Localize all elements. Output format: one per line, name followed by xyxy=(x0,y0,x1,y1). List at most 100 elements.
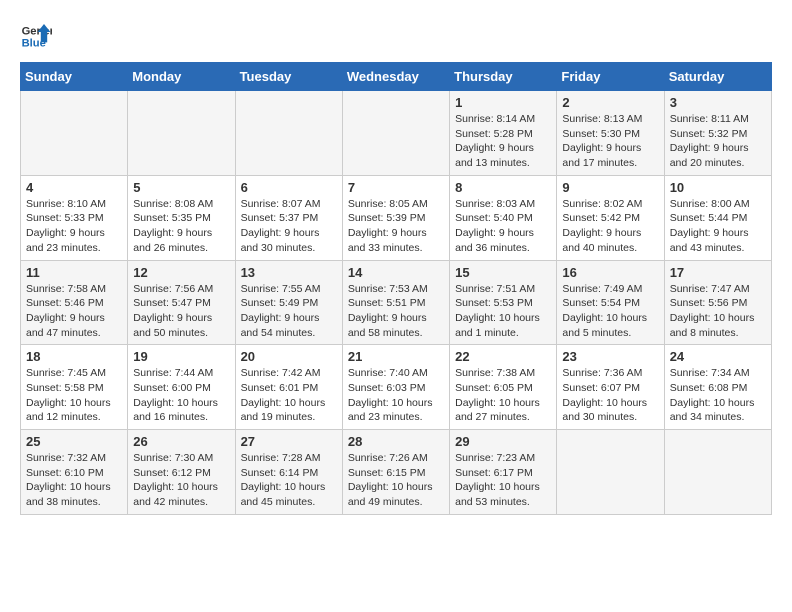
calendar-cell: 14 Sunrise: 7:53 AM Sunset: 5:51 PM Dayli… xyxy=(342,260,449,345)
logo-icon: General Blue xyxy=(20,20,52,52)
day-info: Sunrise: 7:34 AM Sunset: 6:08 PM Dayligh… xyxy=(670,366,766,425)
calendar-cell: 13Sunrise: 7:55 AM Sunset: 5:49 PM Dayli… xyxy=(235,260,342,345)
day-info: Sunrise: 7:42 AM Sunset: 6:01 PM Dayligh… xyxy=(241,366,337,425)
calendar-cell: 11 Sunrise: 7:58 AM Sunset: 5:46 PM Dayli… xyxy=(21,260,128,345)
header: General Blue xyxy=(20,20,772,52)
day-info: Sunrise: 7:47 AM Sunset: 5:56 PM Dayligh… xyxy=(670,282,766,341)
day-number: 20 xyxy=(241,349,337,364)
calendar-week-row: 1 Sunrise: 8:14 AM Sunset: 5:28 PM Daylig… xyxy=(21,91,772,176)
day-number: 8 xyxy=(455,180,551,195)
day-number: 29 xyxy=(455,434,551,449)
day-number: 18 xyxy=(26,349,122,364)
day-number: 6 xyxy=(241,180,337,195)
calendar-cell: 24 Sunrise: 7:34 AM Sunset: 6:08 PM Dayli… xyxy=(664,345,771,430)
day-info: Sunrise: 7:26 AM Sunset: 6:15 PM Dayligh… xyxy=(348,451,444,510)
day-info: Sunrise: 7:32 AM Sunset: 6:10 PM Dayligh… xyxy=(26,451,122,510)
day-number: 21 xyxy=(348,349,444,364)
calendar-cell: 26 Sunrise: 7:30 AM Sunset: 6:12 PM Dayli… xyxy=(128,430,235,515)
day-info: Sunrise: 7:56 AM Sunset: 5:47 PM Dayligh… xyxy=(133,282,229,341)
day-number: 9 xyxy=(562,180,658,195)
calendar-cell: 19 Sunrise: 7:44 AM Sunset: 6:00 PM Dayli… xyxy=(128,345,235,430)
calendar-cell xyxy=(21,91,128,176)
calendar-week-row: 18 Sunrise: 7:45 AM Sunset: 5:58 PM Dayli… xyxy=(21,345,772,430)
calendar-cell: 20 Sunrise: 7:42 AM Sunset: 6:01 PM Dayli… xyxy=(235,345,342,430)
weekday-header: Wednesday xyxy=(342,63,449,91)
weekday-header: Saturday xyxy=(664,63,771,91)
day-info: Sunrise: 7:30 AM Sunset: 6:12 PM Dayligh… xyxy=(133,451,229,510)
day-number: 14 xyxy=(348,265,444,280)
day-number: 10 xyxy=(670,180,766,195)
calendar-cell: 23 Sunrise: 7:36 AM Sunset: 6:07 PM Dayli… xyxy=(557,345,664,430)
day-number: 26 xyxy=(133,434,229,449)
day-number: 27 xyxy=(241,434,337,449)
day-info: Sunrise: 7:23 AM Sunset: 6:17 PM Dayligh… xyxy=(455,451,551,510)
calendar-header: SundayMondayTuesdayWednesdayThursdayFrid… xyxy=(21,63,772,91)
day-number: 13 xyxy=(241,265,337,280)
calendar-cell: 18 Sunrise: 7:45 AM Sunset: 5:58 PM Dayli… xyxy=(21,345,128,430)
day-number: 11 xyxy=(26,265,122,280)
day-number: 5 xyxy=(133,180,229,195)
day-info: Sunrise: 7:49 AM Sunset: 5:54 PM Dayligh… xyxy=(562,282,658,341)
day-number: 15 xyxy=(455,265,551,280)
day-number: 23 xyxy=(562,349,658,364)
calendar-cell: 8 Sunrise: 8:03 AM Sunset: 5:40 PM Daylig… xyxy=(450,175,557,260)
calendar-cell xyxy=(128,91,235,176)
calendar-cell: 2 Sunrise: 8:13 AM Sunset: 5:30 PM Daylig… xyxy=(557,91,664,176)
day-number: 24 xyxy=(670,349,766,364)
calendar-cell xyxy=(342,91,449,176)
day-number: 25 xyxy=(26,434,122,449)
calendar-cell: 22Sunrise: 7:38 AM Sunset: 6:05 PM Dayli… xyxy=(450,345,557,430)
day-number: 1 xyxy=(455,95,551,110)
day-info: Sunrise: 8:13 AM Sunset: 5:30 PM Dayligh… xyxy=(562,112,658,171)
day-info: Sunrise: 7:53 AM Sunset: 5:51 PM Dayligh… xyxy=(348,282,444,341)
day-info: Sunrise: 7:38 AM Sunset: 6:05 PM Dayligh… xyxy=(455,366,551,425)
calendar-cell: 28 Sunrise: 7:26 AM Sunset: 6:15 PM Dayli… xyxy=(342,430,449,515)
day-info: Sunrise: 7:45 AM Sunset: 5:58 PM Dayligh… xyxy=(26,366,122,425)
day-info: Sunrise: 8:11 AM Sunset: 5:32 PM Dayligh… xyxy=(670,112,766,171)
calendar-table: SundayMondayTuesdayWednesdayThursdayFrid… xyxy=(20,62,772,515)
calendar-cell xyxy=(557,430,664,515)
calendar-cell: 5Sunrise: 8:08 AM Sunset: 5:35 PM Daylig… xyxy=(128,175,235,260)
day-info: Sunrise: 8:05 AM Sunset: 5:39 PM Dayligh… xyxy=(348,197,444,256)
calendar-cell: 16 Sunrise: 7:49 AM Sunset: 5:54 PM Dayli… xyxy=(557,260,664,345)
day-info: Sunrise: 8:00 AM Sunset: 5:44 PM Dayligh… xyxy=(670,197,766,256)
calendar-cell: 29 Sunrise: 7:23 AM Sunset: 6:17 PM Dayli… xyxy=(450,430,557,515)
day-number: 7 xyxy=(348,180,444,195)
day-info: Sunrise: 8:14 AM Sunset: 5:28 PM Dayligh… xyxy=(455,112,551,171)
calendar-week-row: 25 Sunrise: 7:32 AM Sunset: 6:10 PM Dayli… xyxy=(21,430,772,515)
weekday-header: Friday xyxy=(557,63,664,91)
calendar-cell: 27 Sunrise: 7:28 AM Sunset: 6:14 PM Dayli… xyxy=(235,430,342,515)
calendar-cell xyxy=(235,91,342,176)
day-number: 19 xyxy=(133,349,229,364)
day-info: Sunrise: 7:28 AM Sunset: 6:14 PM Dayligh… xyxy=(241,451,337,510)
calendar-cell: 10 Sunrise: 8:00 AM Sunset: 5:44 PM Dayli… xyxy=(664,175,771,260)
calendar-cell: 12 Sunrise: 7:56 AM Sunset: 5:47 PM Dayli… xyxy=(128,260,235,345)
day-info: Sunrise: 7:58 AM Sunset: 5:46 PM Dayligh… xyxy=(26,282,122,341)
day-number: 2 xyxy=(562,95,658,110)
calendar-cell: 17 Sunrise: 7:47 AM Sunset: 5:56 PM Dayli… xyxy=(664,260,771,345)
day-info: Sunrise: 7:51 AM Sunset: 5:53 PM Dayligh… xyxy=(455,282,551,341)
day-number: 17 xyxy=(670,265,766,280)
day-number: 4 xyxy=(26,180,122,195)
weekday-header: Thursday xyxy=(450,63,557,91)
day-info: Sunrise: 7:44 AM Sunset: 6:00 PM Dayligh… xyxy=(133,366,229,425)
day-number: 12 xyxy=(133,265,229,280)
calendar-body: 1 Sunrise: 8:14 AM Sunset: 5:28 PM Daylig… xyxy=(21,91,772,515)
weekday-header: Tuesday xyxy=(235,63,342,91)
calendar-cell: 3 Sunrise: 8:11 AM Sunset: 5:32 PM Daylig… xyxy=(664,91,771,176)
day-info: Sunrise: 7:40 AM Sunset: 6:03 PM Dayligh… xyxy=(348,366,444,425)
day-number: 3 xyxy=(670,95,766,110)
day-number: 28 xyxy=(348,434,444,449)
day-number: 16 xyxy=(562,265,658,280)
calendar-cell: 9 Sunrise: 8:02 AM Sunset: 5:42 PM Daylig… xyxy=(557,175,664,260)
calendar-cell: 15 Sunrise: 7:51 AM Sunset: 5:53 PM Dayli… xyxy=(450,260,557,345)
day-info: Sunrise: 8:03 AM Sunset: 5:40 PM Dayligh… xyxy=(455,197,551,256)
calendar-cell: 6Sunrise: 8:07 AM Sunset: 5:37 PM Daylig… xyxy=(235,175,342,260)
calendar-cell: 21 Sunrise: 7:40 AM Sunset: 6:03 PM Dayli… xyxy=(342,345,449,430)
calendar-week-row: 11 Sunrise: 7:58 AM Sunset: 5:46 PM Dayli… xyxy=(21,260,772,345)
day-info: Sunrise: 7:36 AM Sunset: 6:07 PM Dayligh… xyxy=(562,366,658,425)
weekday-header: Sunday xyxy=(21,63,128,91)
calendar-cell: 7 Sunrise: 8:05 AM Sunset: 5:39 PM Daylig… xyxy=(342,175,449,260)
day-info: Sunrise: 8:02 AM Sunset: 5:42 PM Dayligh… xyxy=(562,197,658,256)
calendar-cell xyxy=(664,430,771,515)
